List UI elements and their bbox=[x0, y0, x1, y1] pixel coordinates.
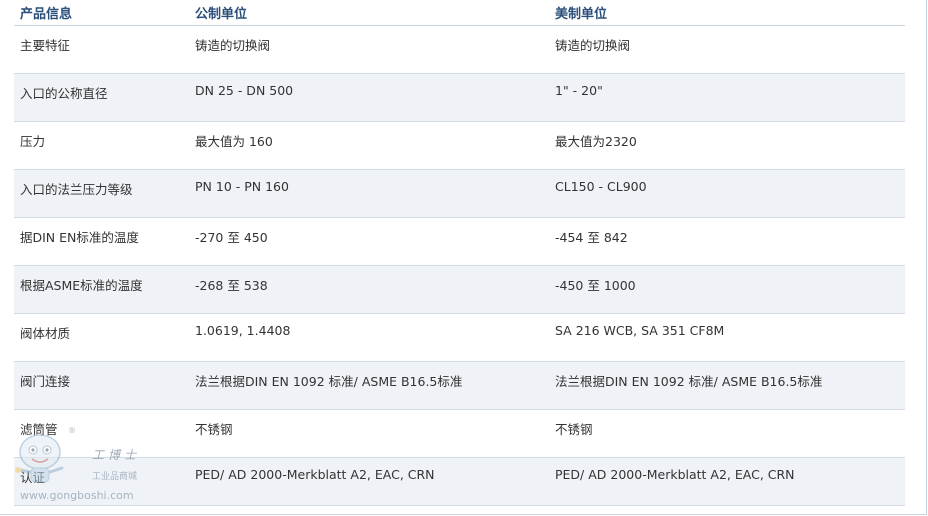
metric-value: 铸造的切换阀 bbox=[189, 25, 549, 74]
us-value: -450 至 1000 bbox=[549, 265, 905, 314]
row-label: 入口的法兰压力等级 bbox=[14, 169, 189, 218]
table-header-row: 产品信息 公制单位 美制单位 bbox=[14, 0, 905, 26]
table-row: 据DIN EN标准的温度 -270 至 450 -454 至 842 bbox=[14, 217, 905, 266]
row-label: 入口的公称直径 bbox=[14, 73, 189, 122]
header-metric-units: 公制单位 bbox=[189, 0, 549, 26]
row-label: 根据ASME标准的温度 bbox=[14, 265, 189, 314]
table-row: 压力 最大值为 160 最大值为2320 bbox=[14, 121, 905, 170]
metric-value: 不锈钢 bbox=[189, 409, 549, 458]
metric-value: 法兰根据DIN EN 1092 标准/ ASME B16.5标准 bbox=[189, 361, 549, 410]
row-label: 主要特征 bbox=[14, 25, 189, 74]
row-label: 据DIN EN标准的温度 bbox=[14, 217, 189, 266]
us-value: SA 216 WCB, SA 351 CF8M bbox=[549, 313, 905, 362]
metric-value: DN 25 - DN 500 bbox=[189, 73, 549, 122]
us-value: 铸造的切换阀 bbox=[549, 25, 905, 74]
us-value: 不锈钢 bbox=[549, 409, 905, 458]
product-spec-table: 产品信息 公制单位 美制单位 主要特征 铸造的切换阀 铸造的切换阀 入口的公称直… bbox=[14, 0, 905, 506]
us-value: CL150 - CL900 bbox=[549, 169, 905, 218]
metric-value: PED/ AD 2000-Merkblatt A2, EAC, CRN bbox=[189, 457, 549, 506]
row-label: 阀体材质 bbox=[14, 313, 189, 362]
table-row: 根据ASME标准的温度 -268 至 538 -450 至 1000 bbox=[14, 265, 905, 314]
us-value: 最大值为2320 bbox=[549, 121, 905, 170]
metric-value: -270 至 450 bbox=[189, 217, 549, 266]
table-row: 入口的法兰压力等级 PN 10 - PN 160 CL150 - CL900 bbox=[14, 169, 905, 218]
row-label: 阀门连接 bbox=[14, 361, 189, 410]
row-label: 滤筒管 bbox=[14, 409, 189, 458]
header-product-info: 产品信息 bbox=[14, 0, 189, 26]
table-row: 阀门连接 法兰根据DIN EN 1092 标准/ ASME B16.5标准 法兰… bbox=[14, 361, 905, 410]
table-row: 入口的公称直径 DN 25 - DN 500 1" - 20" bbox=[14, 73, 905, 122]
table-row: 滤筒管 不锈钢 不锈钢 bbox=[14, 409, 905, 458]
header-us-units: 美制单位 bbox=[549, 0, 905, 26]
metric-value: 最大值为 160 bbox=[189, 121, 549, 170]
us-value: 法兰根据DIN EN 1092 标准/ ASME B16.5标准 bbox=[549, 361, 905, 410]
us-value: -454 至 842 bbox=[549, 217, 905, 266]
us-value: PED/ AD 2000-Merkblatt A2, EAC, CRN bbox=[549, 457, 905, 506]
metric-value: PN 10 - PN 160 bbox=[189, 169, 549, 218]
metric-value: -268 至 538 bbox=[189, 265, 549, 314]
metric-value: 1.0619, 1.4408 bbox=[189, 313, 549, 362]
table-row: 认证 PED/ AD 2000-Merkblatt A2, EAC, CRN P… bbox=[14, 457, 905, 506]
row-label: 认证 bbox=[14, 457, 189, 506]
table-row: 阀体材质 1.0619, 1.4408 SA 216 WCB, SA 351 C… bbox=[14, 313, 905, 362]
row-label: 压力 bbox=[14, 121, 189, 170]
table-row: 主要特征 铸造的切换阀 铸造的切换阀 bbox=[14, 25, 905, 74]
us-value: 1" - 20" bbox=[549, 73, 905, 122]
